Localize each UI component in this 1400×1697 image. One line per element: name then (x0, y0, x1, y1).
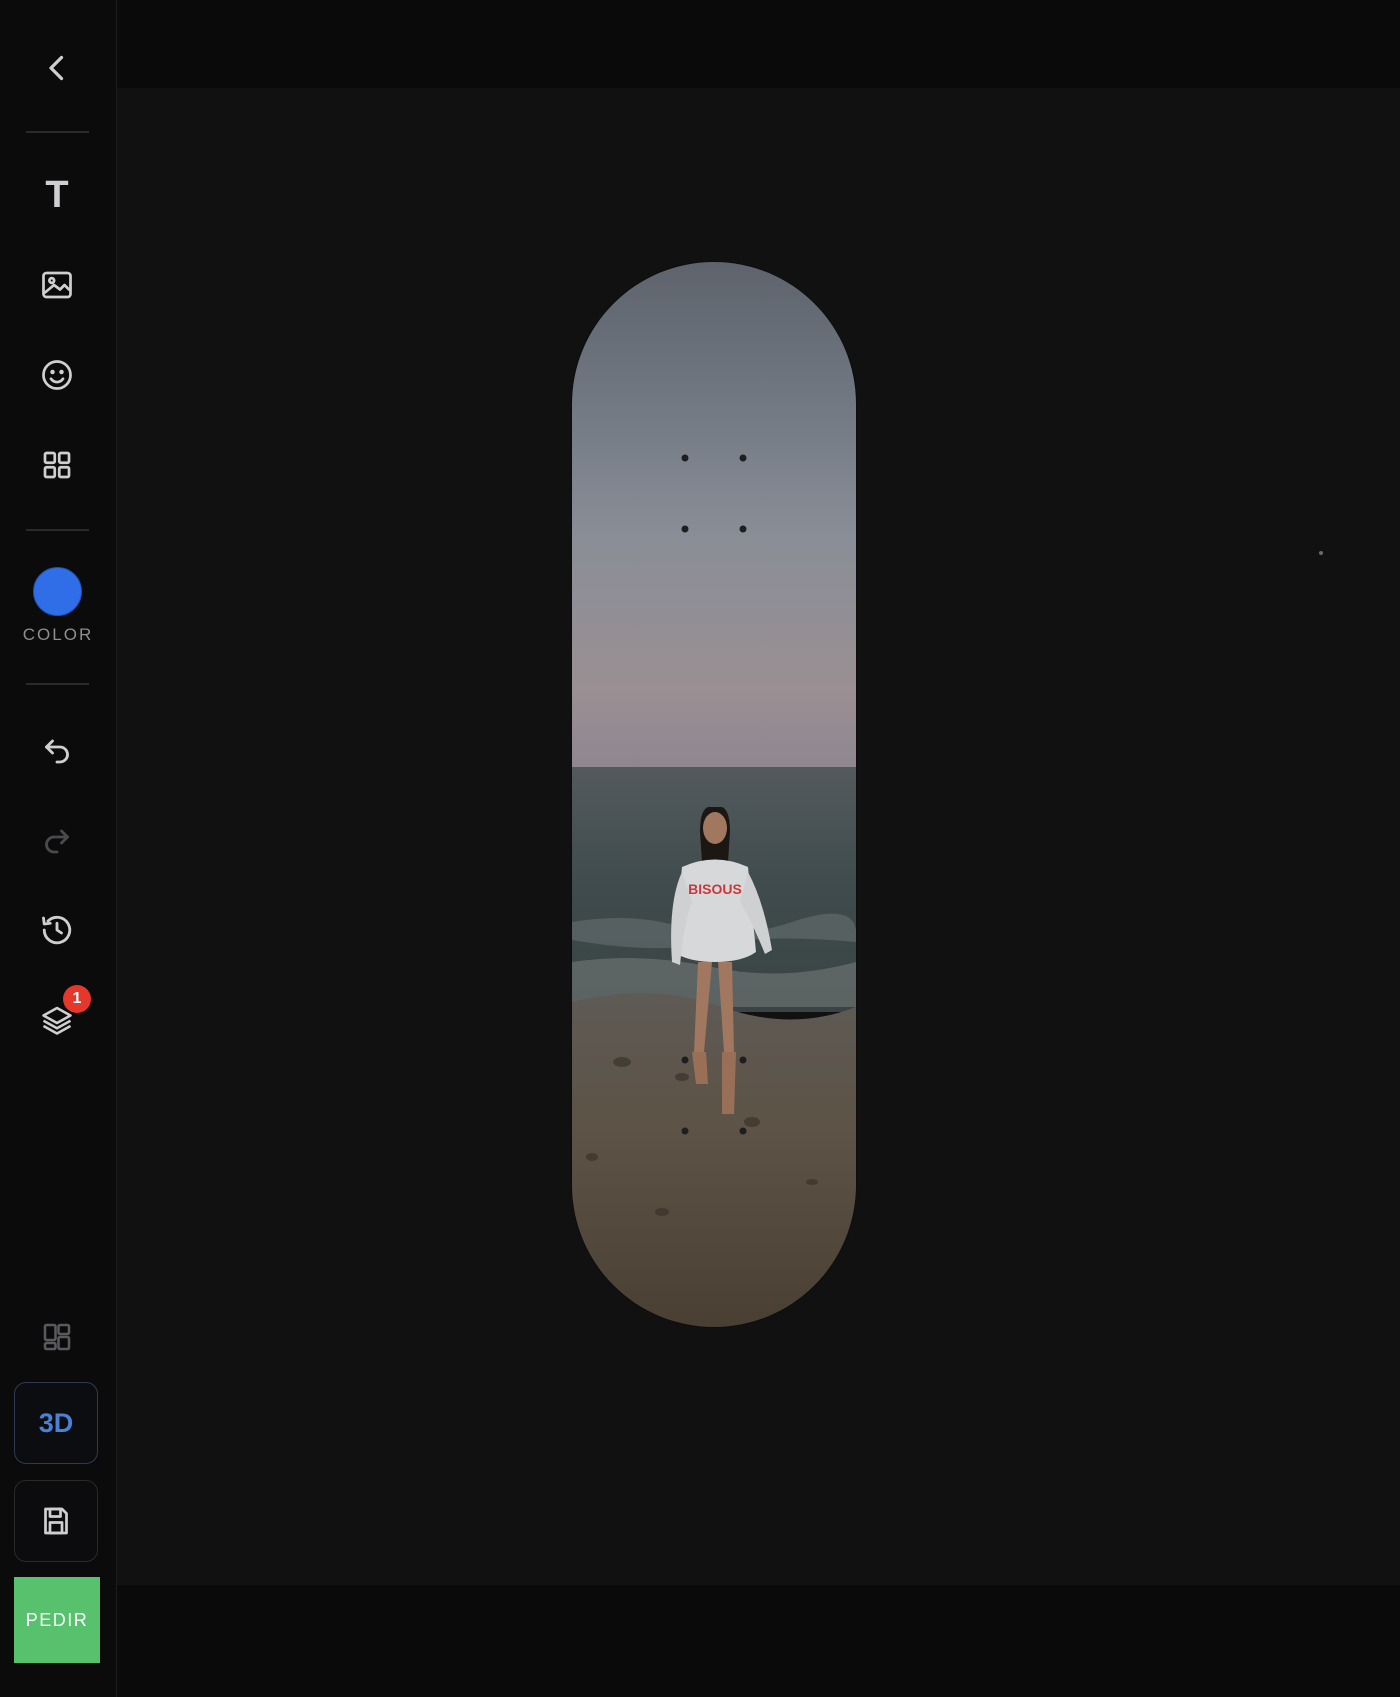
undo-icon (45, 739, 69, 764)
text-icon: T (45, 173, 69, 216)
history-icon (42, 915, 72, 945)
history-button[interactable] (27, 900, 87, 960)
undo-button[interactable] (27, 720, 87, 780)
save-icon (44, 1507, 68, 1535)
divider (26, 131, 89, 133)
divider (26, 529, 89, 531)
emoji-tool-button[interactable] (27, 345, 87, 405)
view-3d-button[interactable]: 3D (14, 1382, 98, 1464)
layout-icon (43, 1323, 71, 1351)
image-tool-button[interactable] (27, 255, 87, 315)
emoji-icon (42, 360, 72, 390)
tool-sidebar: T COLOR 1 3D PEDIR (0, 0, 117, 1697)
back-icon (49, 55, 64, 81)
order-button[interactable]: PEDIR (14, 1577, 100, 1663)
top-bar (117, 0, 1400, 88)
back-button[interactable] (27, 38, 87, 98)
redo-button[interactable] (27, 810, 87, 870)
color-label: COLOR (22, 625, 94, 644)
image-icon (42, 271, 72, 299)
sweatshirt-print: BISOUS (688, 881, 742, 897)
bottom-bar (117, 1585, 1400, 1697)
templates-icon (43, 451, 71, 479)
layers-count-badge: 1 (63, 985, 91, 1013)
text-tool-button[interactable]: T (27, 165, 87, 225)
color-swatch[interactable] (33, 567, 82, 616)
deck-photo: BISOUS (572, 262, 856, 1327)
templates-tool-button[interactable] (27, 435, 87, 495)
skateboard-deck[interactable]: BISOUS (572, 262, 856, 1327)
canvas-handle (1319, 551, 1323, 555)
divider (26, 683, 89, 685)
save-button[interactable] (14, 1480, 98, 1562)
layout-button[interactable] (27, 1307, 87, 1367)
redo-icon (45, 829, 69, 854)
